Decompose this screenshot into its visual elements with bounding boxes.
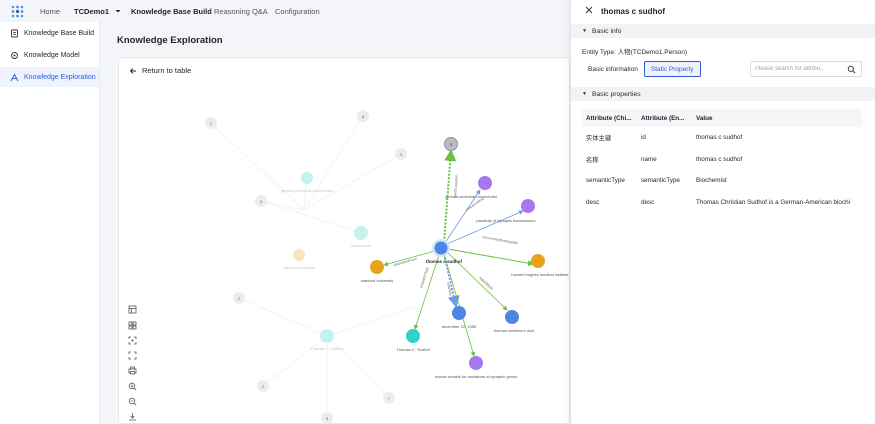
entity-type: Entity Type: 人物(TCDemo1.Person) xyxy=(582,49,687,56)
column-header: Attribute (Chi... xyxy=(582,109,637,127)
section-basic-info[interactable]: ▼ Basic info xyxy=(571,24,875,38)
sidebar-item-knowledge-exploration[interactable]: Knowledge Exploration xyxy=(0,67,99,87)
sidebar-item-label: Knowledge Model xyxy=(24,51,80,59)
graph-card: Return to table 2 6 3 3 2 2 5 7 stanford… xyxy=(118,57,570,424)
nav-home[interactable]: Home xyxy=(40,0,60,22)
node-hhmi xyxy=(531,254,545,268)
table-cell: Biochemist xyxy=(696,177,727,185)
node-label: german-american biochemist xyxy=(445,194,497,199)
node-german-american-biochemist xyxy=(478,176,492,190)
close-icon[interactable] xyxy=(584,5,594,15)
table-cell: 实体主键 xyxy=(586,135,612,143)
svg-text:stanford university: stanford university xyxy=(283,265,315,270)
table-cell: desc xyxy=(641,198,655,206)
table-header-row: Attribute (Chi... Attribute (En... Value xyxy=(582,109,862,127)
table-cell: semanticType xyxy=(641,177,680,185)
table-cell: id xyxy=(641,134,646,142)
attribute-search xyxy=(750,61,862,77)
focus-icon[interactable] xyxy=(126,335,138,347)
edge-label: dateOfBirth xyxy=(478,276,494,291)
model-icon xyxy=(10,51,19,60)
node-label: Thomas C. Sudhof xyxy=(396,347,430,352)
node-stanford xyxy=(370,260,384,274)
tab-configuration[interactable]: Configuration xyxy=(275,0,320,22)
zoom-out-icon[interactable] xyxy=(126,396,138,408)
graph-nodes[interactable]: 3 xyxy=(370,137,545,371)
edge-labels: hasOccupation researchArea isCurrentlyWo… xyxy=(393,174,518,296)
table-cell: semanticType xyxy=(586,177,625,185)
node-mouse-models xyxy=(469,356,483,370)
table-cell: 名称 xyxy=(586,156,599,164)
main-area: Knowledge Exploration Return to table 2 … xyxy=(100,22,570,424)
entity-detail-panel: thomas c sudhof ▼ Basic info Entity Type… xyxy=(570,0,875,424)
layout-icon[interactable] xyxy=(126,304,138,316)
sidebar-item-knowledge-base-build[interactable]: Knowledge Base Build xyxy=(0,23,99,43)
table-row: 实体主键 id thomas c sudhof xyxy=(582,127,862,149)
info-segmented-control: Basic information Static Property xyxy=(582,61,701,77)
edge-line xyxy=(443,253,476,357)
search-icon[interactable] xyxy=(847,65,856,74)
sidebar-item-label: Knowledge Base Build xyxy=(24,29,95,37)
graph-toolbar xyxy=(124,304,140,423)
caret-down-icon: ▼ xyxy=(582,28,587,34)
download-icon[interactable] xyxy=(126,411,138,423)
table-cell: desc xyxy=(586,198,600,206)
sidebar: Knowledge Base Build Knowledge Model Kno… xyxy=(0,22,100,424)
properties-table: Attribute (Chi... Attribute (En... Value… xyxy=(582,109,862,213)
node-label: mouse models for mutations of synaptic g… xyxy=(435,374,518,379)
table-cell: thomas c sudhof xyxy=(696,134,743,142)
svg-text:Thomas C. Sudhof: Thomas C. Sudhof xyxy=(310,346,344,351)
page-title: Knowledge Exploration xyxy=(117,35,223,46)
edge-label: isCurrentlyWorkingWith xyxy=(482,235,519,245)
sidebar-item-label: Knowledge Exploration xyxy=(24,73,96,81)
panel-header: thomas c sudhof xyxy=(571,0,875,22)
app-logo-icon xyxy=(11,5,24,18)
node-label: thomas c sudhof xyxy=(426,259,463,264)
section-basic-properties[interactable]: ▼ Basic properties xyxy=(571,87,875,101)
table-cell: name xyxy=(641,155,657,163)
knowledge-graph[interactable]: 2 6 3 3 2 2 5 7 stanford university Thom… xyxy=(119,58,570,424)
node-label: howard hughes medical institute xyxy=(511,272,569,277)
edge-label: researchTopic xyxy=(419,266,430,288)
edge-line xyxy=(413,254,440,330)
attribute-search-input[interactable] xyxy=(755,66,843,72)
node-center xyxy=(434,241,448,255)
sidebar-item-knowledge-model[interactable]: Knowledge Model xyxy=(0,45,99,65)
table-row: desc desc Thomas Christian Sudhof is a G… xyxy=(582,192,862,214)
database-icon xyxy=(10,29,19,38)
fullscreen-icon[interactable] xyxy=(126,350,138,362)
print-icon[interactable] xyxy=(126,365,138,377)
node-doct xyxy=(505,310,519,324)
edge-label: hasAlias xyxy=(446,282,453,296)
tab-basic-information[interactable]: Basic information xyxy=(582,61,644,77)
tab-knowledge-base-build[interactable]: Knowledge Base Build xyxy=(131,0,212,22)
node-labels: thomas c sudhof german-american biochemi… xyxy=(361,194,569,379)
table-cell: Thomas Christian Sudhof is a German-Amer… xyxy=(696,198,850,206)
project-selector[interactable]: TCDemo1 xyxy=(74,0,122,22)
chevron-down-icon xyxy=(115,10,121,13)
node-label: plasticity of synaptic transmission xyxy=(476,218,535,223)
node-alias xyxy=(406,329,420,343)
table-cell: thomas c sudhof xyxy=(696,155,743,163)
panel-title: thomas c sudhof xyxy=(601,6,666,16)
exploration-icon xyxy=(10,73,19,82)
top-nav-bar: Home TCDemo1 Knowledge Base Build Reason… xyxy=(0,0,570,22)
svg-text:Biochemist: Biochemist xyxy=(351,243,371,248)
tab-reasoning-qa[interactable]: Reasoning Q&A xyxy=(214,0,268,22)
grid-icon[interactable] xyxy=(126,319,138,331)
node-label: thomas christian's doct xyxy=(494,328,535,333)
caret-down-icon: ▼ xyxy=(582,91,587,97)
node-label: december 22, 1955 xyxy=(442,324,477,329)
node-plasticity xyxy=(521,199,535,213)
node-label: stanford university xyxy=(361,278,393,283)
table-row: 名称 name thomas c sudhof xyxy=(582,149,862,171)
table-row: semanticType semanticType Biochemist xyxy=(582,170,862,192)
node-birth-date xyxy=(452,306,466,320)
edge-label: graduatedFrom xyxy=(393,257,417,267)
column-header: Value xyxy=(692,109,862,127)
tab-static-property[interactable]: Static Property xyxy=(643,61,701,77)
svg-text:german-american biochemist: german-american biochemist xyxy=(281,188,333,193)
column-header: Attribute (En... xyxy=(637,109,692,127)
zoom-in-icon[interactable] xyxy=(126,380,138,392)
